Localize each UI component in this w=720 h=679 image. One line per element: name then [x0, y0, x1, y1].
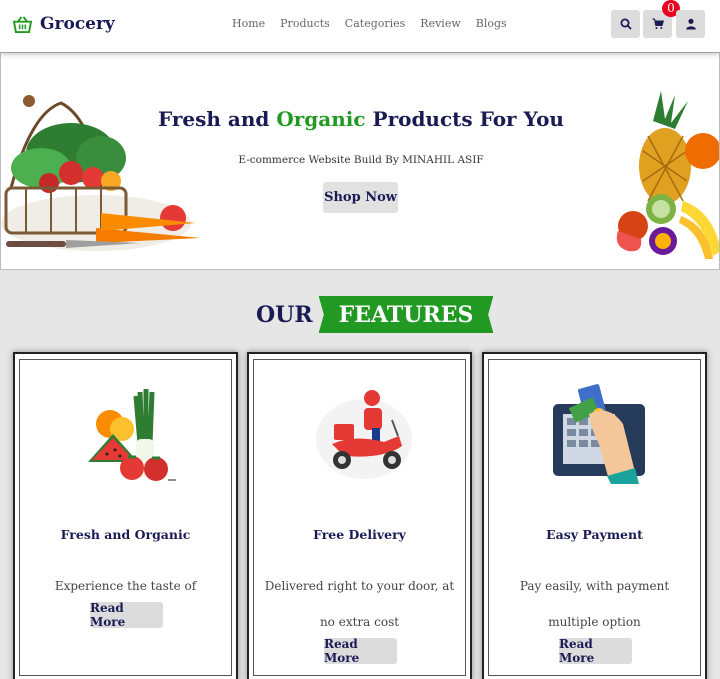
feature-card-description: Delivered right to your door, at no extr…: [264, 579, 455, 629]
shop-now-button[interactable]: Shop Now: [323, 182, 398, 213]
hero-title-part2: Products For You: [372, 107, 564, 131]
nav-home[interactable]: Home: [232, 17, 265, 30]
cart-icon: [652, 18, 664, 29]
read-more-button[interactable]: Read More: [90, 601, 163, 629]
brand-name: Grocery: [40, 14, 115, 34]
read-more-button[interactable]: Read More: [324, 637, 397, 665]
user-icon: [685, 18, 696, 30]
feature-card-description: Pay easily, with payment multiple option: [519, 579, 670, 629]
feature-card-border: Easy Payment Pay easily, with payment mu…: [488, 359, 701, 676]
card-payment-image: [553, 384, 645, 484]
feature-card-border: Free Delivery Delivered right to your do…: [253, 359, 466, 676]
top-navbar: Grocery Home Products Categories Review …: [0, 0, 720, 52]
brand-logo[interactable]: Grocery: [13, 14, 115, 34]
search-button[interactable]: [611, 10, 640, 38]
read-more-button[interactable]: Read More: [559, 637, 632, 665]
features-heading: OUR FEATURES: [256, 296, 494, 333]
feature-card-fresh: Fresh and Organic Experience the taste o…: [13, 352, 238, 679]
basket-icon: [13, 15, 32, 33]
nav-review[interactable]: Review: [420, 17, 460, 30]
feature-card-border: Fresh and Organic Experience the taste o…: [19, 359, 232, 676]
hero-subtitle: E-commerce Website Build By MINAHIL ASIF: [238, 154, 484, 166]
hero-title-highlight: Organic: [276, 107, 366, 131]
user-button[interactable]: [676, 10, 705, 38]
delivery-scooter-image: [316, 390, 412, 479]
main-nav: Home Products Categories Review Blogs: [232, 17, 507, 30]
hero-title-part1: Fresh and: [158, 107, 270, 131]
nav-blogs[interactable]: Blogs: [476, 17, 507, 30]
feature-card-payment: Easy Payment Pay easily, with payment mu…: [482, 352, 707, 679]
feature-card-delivery: Free Delivery Delivered right to your do…: [247, 352, 472, 679]
feature-card-title: Free Delivery: [313, 527, 406, 542]
hero-title: Fresh and Organic Products For You: [1, 107, 719, 131]
hero-banner: Fresh and Organic Products For You E-com…: [0, 52, 720, 270]
features-heading-our: OUR: [256, 301, 313, 328]
feature-card-title: Easy Payment: [546, 527, 643, 542]
nav-categories[interactable]: Categories: [345, 17, 406, 30]
vegetables-image: [88, 389, 176, 481]
search-icon: [620, 18, 632, 30]
features-heading-tag: FEATURES: [318, 296, 494, 333]
nav-products[interactable]: Products: [280, 17, 330, 30]
feature-card-title: Fresh and Organic: [60, 527, 191, 542]
